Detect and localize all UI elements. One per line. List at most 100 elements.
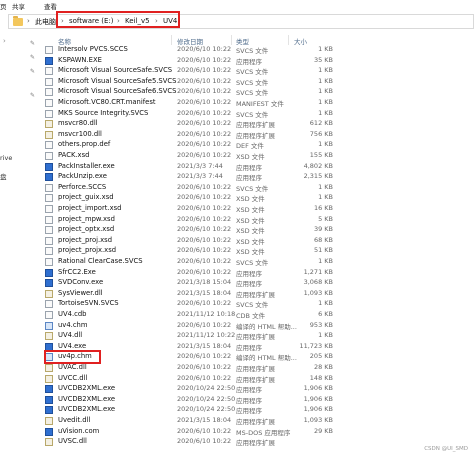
file-date: 2020/6/10 10:22 bbox=[177, 119, 232, 128]
file-row[interactable]: project_import.xsd 2020/6/10 10:22 XSD 文件 1… bbox=[38, 204, 474, 215]
pin-icon[interactable]: ✎ bbox=[30, 40, 35, 47]
pin-icon[interactable]: ✎ bbox=[30, 54, 35, 61]
file-name: msvcr100.dll bbox=[58, 129, 102, 138]
file-row[interactable]: UVAC.dll 2020/6/10 10:22 应用程序扩展 28 KB bbox=[38, 363, 474, 374]
file-row[interactable]: Microsoft.VC80.CRT.manifest 2020/6/10 10:… bbox=[38, 98, 474, 109]
file-row[interactable]: MKS Source Integrity.SVCS 2020/6/10 10:22… bbox=[38, 109, 474, 120]
file-row[interactable]: PackInstaller.exe 2021/3/3 7:44 应用程序 4,802 … bbox=[38, 162, 474, 173]
file-row[interactable]: UV4.dll 2021/11/12 10:22 应用程序扩展 1 KB bbox=[38, 331, 474, 342]
pin-icon[interactable]: ✎ bbox=[30, 68, 35, 75]
file-name: msvcr80.dll bbox=[58, 119, 98, 128]
file-row[interactable]: project_mpw.xsd 2020/6/10 10:22 XSD 文件 5 KB bbox=[38, 215, 474, 226]
document-icon bbox=[45, 258, 53, 266]
dll-file-icon bbox=[45, 120, 53, 129]
file-row[interactable]: SfrCC2.Exe 2020/6/10 10:22 应用程序 1,271 KB bbox=[38, 268, 474, 279]
file-name: SysViewer.dll bbox=[58, 288, 103, 297]
breadcrumb-this-pc[interactable]: 此电脑 bbox=[35, 17, 56, 27]
file-name: project_mpw.xsd bbox=[58, 214, 115, 223]
file-row[interactable]: UVCC.dll 2020/6/10 10:22 应用程序扩展 148 KB bbox=[38, 374, 474, 385]
file-row[interactable]: Microsoft Visual SourceSafe.SVCS 2020/6/1… bbox=[38, 66, 474, 77]
file-row[interactable]: UV4.exe 2021/3/15 18:04 应用程序 11,723 KB bbox=[38, 342, 474, 353]
file-size: 68 KB bbox=[313, 235, 333, 244]
file-row[interactable]: uv4p.chm 2020/6/10 10:22 编译的 HTML 帮助... 205… bbox=[38, 352, 474, 363]
file-date: 2020/6/10 10:22 bbox=[177, 320, 232, 329]
file-date: 2020/6/10 10:22 bbox=[177, 193, 232, 202]
document-icon bbox=[45, 141, 53, 150]
file-row[interactable]: SVDConv.exe 2021/3/18 15:04 应用程序 3,068 KB bbox=[38, 278, 474, 289]
document-icon bbox=[45, 311, 53, 319]
dll-file-icon bbox=[45, 289, 53, 298]
pin-icon[interactable]: ✎ bbox=[30, 92, 35, 99]
expand-chevron-icon[interactable]: › bbox=[3, 37, 6, 45]
file-row[interactable]: uVision.com 2020/6/10 10:22 MS-DOS 应用程序 29 … bbox=[38, 427, 474, 438]
document-icon bbox=[45, 67, 53, 76]
document-icon bbox=[45, 247, 53, 256]
file-row[interactable]: uv4.chm 2020/6/10 10:22 编译的 HTML 帮助... 953 … bbox=[38, 321, 474, 332]
file-size: 1,271 KB bbox=[303, 267, 333, 276]
file-name: Uvedit.dll bbox=[58, 416, 91, 424]
file-row[interactable]: others.prop.def 2020/6/10 10:22 DEF 文件 1 KB bbox=[38, 140, 474, 151]
file-date: 2021/3/3 7:44 bbox=[177, 161, 223, 170]
file-row[interactable]: UVSC.dll 2020/6/10 10:22 应用程序扩展 bbox=[38, 437, 474, 448]
column-divider[interactable] bbox=[171, 35, 172, 45]
file-name: PackUnzip.exe bbox=[58, 172, 107, 181]
file-name: Rational ClearCase.SVCS bbox=[58, 257, 143, 265]
file-type: 应用程序扩展 bbox=[236, 365, 275, 373]
file-size: 1 KB bbox=[318, 257, 333, 265]
file-date: 2020/6/10 10:22 bbox=[177, 108, 232, 117]
file-date: 2020/6/10 10:22 bbox=[177, 267, 232, 276]
file-row[interactable]: UVCDB2XML.exe 2020/10/24 22:50 应用程序 1,906 K… bbox=[38, 384, 474, 395]
file-row[interactable]: PackUnzip.exe 2021/3/3 7:44 应用程序 2,315 KB bbox=[38, 172, 474, 183]
column-divider[interactable] bbox=[288, 35, 289, 45]
file-row[interactable]: Microsoft Visual SourceSafe5.SVCS 2020/6/… bbox=[38, 77, 474, 88]
file-type: XSD 文件 bbox=[236, 227, 265, 236]
file-date: 2020/6/10 10:22 bbox=[177, 45, 232, 53]
file-date: 2021/11/12 10:22 bbox=[177, 331, 236, 340]
file-size: 51 KB bbox=[313, 246, 333, 255]
file-name: SVDConv.exe bbox=[58, 278, 104, 287]
file-row[interactable]: Microsoft Visual SourceSafe6.SVCS 2020/6/… bbox=[38, 87, 474, 98]
document-icon bbox=[45, 300, 53, 309]
file-type: MANIFEST 文件 bbox=[236, 100, 284, 108]
file-row[interactable]: project_guix.xsd 2020/6/10 10:22 XSD 文件 1 K… bbox=[38, 193, 474, 204]
file-date: 2020/6/10 10:22 bbox=[177, 235, 232, 244]
file-date: 2021/3/3 7:44 bbox=[177, 172, 223, 181]
file-type: XSD 文件 bbox=[236, 216, 265, 225]
nav-item-disk[interactable]: 盘 bbox=[0, 171, 7, 181]
dll-file-icon bbox=[45, 364, 53, 372]
file-size: 1 KB bbox=[318, 182, 333, 191]
file-type: SVCS 文件 bbox=[236, 89, 269, 98]
file-row[interactable]: UVCDB2XML.exe 2020/10/24 22:50 应用程序 1,906 K… bbox=[38, 405, 474, 416]
file-date: 2021/3/18 15:04 bbox=[177, 278, 232, 287]
document-icon bbox=[45, 183, 53, 192]
file-type: 应用程序 bbox=[236, 174, 262, 183]
file-row[interactable]: PACK.xsd 2020/6/10 10:22 XSD 文件 155 KB bbox=[38, 151, 474, 162]
file-name: project_optx.xsd bbox=[58, 225, 115, 234]
file-row[interactable]: project_projx.xsd 2020/6/10 10:22 XSD 文件 51… bbox=[38, 246, 474, 257]
column-divider[interactable] bbox=[231, 35, 232, 45]
file-row[interactable]: msvcr80.dll 2020/6/10 10:22 应用程序扩展 612 KB bbox=[38, 119, 474, 130]
file-row[interactable]: project_proj.xsd 2020/6/10 10:22 XSD 文件 68 … bbox=[38, 236, 474, 247]
file-type: 应用程序 bbox=[236, 343, 262, 352]
file-row[interactable]: UV4.cdb 2021/11/12 10:18 CDB 文件 6 KB bbox=[38, 310, 474, 321]
dll-file-icon bbox=[45, 374, 53, 383]
nav-item-drive[interactable]: rive bbox=[0, 154, 12, 162]
file-row[interactable]: Uvedit.dll 2021/3/15 18:04 应用程序扩展 1,093 KB bbox=[38, 416, 474, 427]
file-row[interactable]: project_optx.xsd 2020/6/10 10:22 XSD 文件 39 … bbox=[38, 225, 474, 236]
document-icon bbox=[45, 205, 53, 213]
file-type: 应用程序扩展 bbox=[236, 418, 275, 426]
file-row[interactable]: TortoiseSVN.SVCS 2020/6/10 10:22 SVCS 文件 1 … bbox=[38, 299, 474, 310]
file-row[interactable]: msvcr100.dll 2020/6/10 10:22 应用程序扩展 756 KB bbox=[38, 130, 474, 141]
file-row[interactable]: SysViewer.dll 2021/3/15 18:04 应用程序扩展 1,093 … bbox=[38, 289, 474, 300]
file-row[interactable]: Intersolv PVCS.SCCS 2020/6/10 10:22 SVCS 文… bbox=[38, 45, 474, 56]
file-row[interactable]: Perforce.SCCS 2020/6/10 10:22 SVCS 文件 1 KB bbox=[38, 183, 474, 194]
file-name: TortoiseSVN.SVCS bbox=[58, 299, 119, 308]
file-date: 2020/10/24 22:50 bbox=[177, 384, 236, 393]
file-name: others.prop.def bbox=[58, 140, 111, 149]
file-row[interactable]: KSPAWN.EXE 2020/6/10 10:22 应用程序 35 KB bbox=[38, 56, 474, 67]
file-row[interactable]: UVCDB2XML.exe 2020/10/24 22:50 应用程序 1,906 K… bbox=[38, 395, 474, 406]
application-icon bbox=[45, 385, 53, 394]
file-row[interactable]: Rational ClearCase.SVCS 2020/6/10 10:22 SV… bbox=[38, 257, 474, 268]
file-name: SfrCC2.Exe bbox=[58, 267, 96, 276]
dll-file-icon bbox=[45, 438, 53, 447]
